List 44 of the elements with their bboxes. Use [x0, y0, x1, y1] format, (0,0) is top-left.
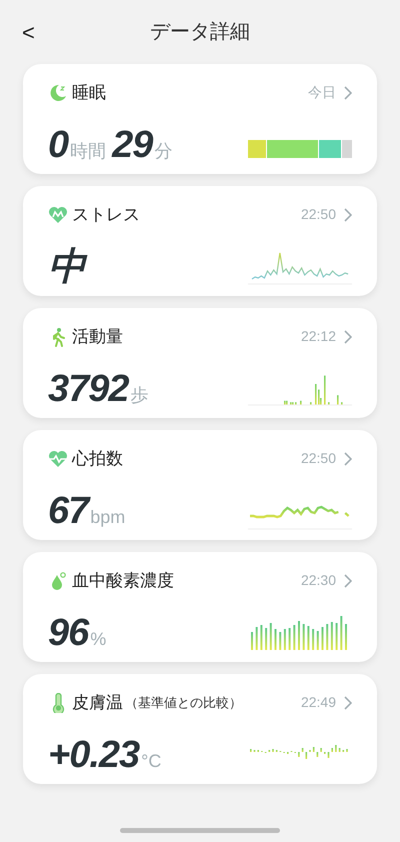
- value-number: 中: [48, 248, 87, 286]
- value-number: 0: [48, 126, 70, 164]
- card-note: （基準値との比較）: [125, 694, 242, 712]
- moon-icon: [48, 82, 68, 103]
- value-unit: bpm: [90, 508, 126, 526]
- card-title: 活動量: [72, 326, 123, 348]
- data-card[interactable]: 皮膚温（基準値との比較） 22:49 +0.23°C: [23, 674, 377, 784]
- data-card[interactable]: 血中酸素濃度 22:30 96%: [23, 552, 377, 662]
- value-number: 96: [48, 614, 90, 652]
- time-label: 22:49: [300, 693, 336, 712]
- time-label: 今日: [308, 83, 336, 102]
- value-number: 3792: [48, 370, 130, 408]
- value-number: 67: [48, 492, 90, 530]
- chevron-right-icon: [344, 86, 352, 100]
- time-label: 22:50: [300, 205, 336, 224]
- time-label: 22:30: [300, 571, 336, 590]
- card-title: 血中酸素濃度: [72, 570, 174, 592]
- value-number: 29: [112, 126, 154, 164]
- home-indicator[interactable]: [120, 828, 280, 833]
- value-unit: 分: [154, 142, 172, 160]
- chevron-right-icon: [344, 452, 352, 466]
- chevron-right-icon: [344, 330, 352, 344]
- data-card[interactable]: 心拍数 22:50 67bpm: [23, 430, 377, 540]
- value-unit: °C: [141, 752, 162, 770]
- card-title: 睡眠: [72, 82, 106, 104]
- chevron-right-icon: [344, 574, 352, 588]
- data-card[interactable]: 活動量 22:12 3792歩: [23, 308, 377, 418]
- data-card[interactable]: ストレス 22:50 中: [23, 186, 377, 296]
- value-unit: 歩: [130, 386, 149, 404]
- page-title: データ詳細: [150, 20, 250, 45]
- heart-pulse-icon: [48, 448, 68, 469]
- back-button[interactable]: <: [22, 16, 35, 48]
- heart-icon: [48, 204, 68, 225]
- time-label: 22:50: [300, 449, 336, 468]
- value-unit: %: [90, 630, 106, 648]
- chevron-right-icon: [344, 696, 352, 710]
- time-label: 22:12: [300, 327, 336, 346]
- value-unit: 時間: [70, 142, 106, 160]
- card-title: ストレス: [72, 204, 140, 226]
- chevron-right-icon: [344, 208, 352, 222]
- value-number: +0.23: [48, 736, 141, 774]
- card-title: 皮膚温: [72, 692, 123, 714]
- data-card[interactable]: 睡眠 今日 0時間 29分: [23, 64, 377, 174]
- card-title: 心拍数: [72, 448, 123, 470]
